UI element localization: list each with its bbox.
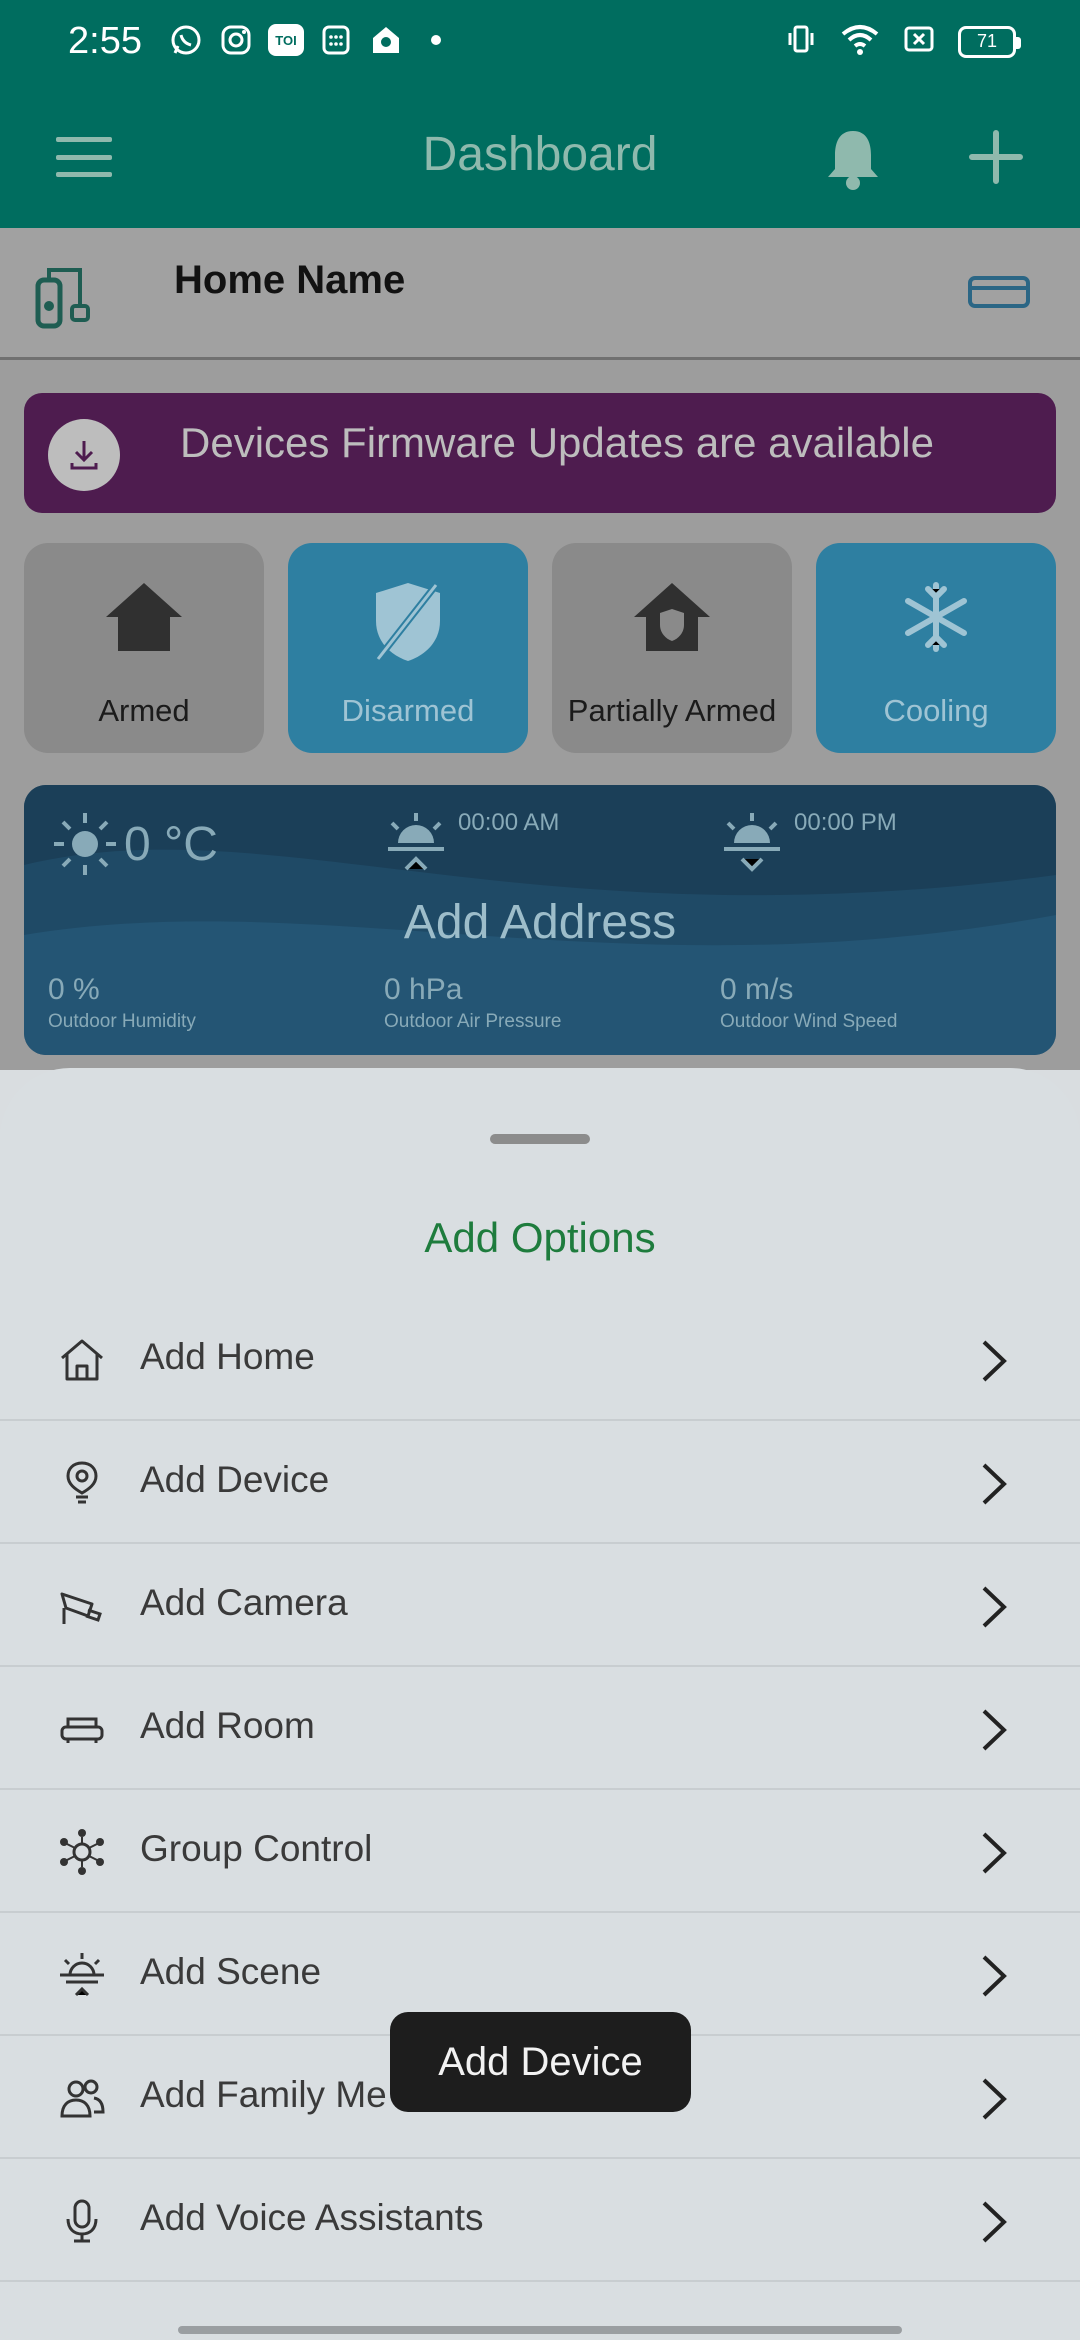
options-list: Add Home Add Device Add Camera Add Room … — [0, 1298, 1080, 2282]
dot-icon — [418, 22, 454, 58]
home-icon — [24, 579, 264, 655]
pressure-stat: 0 hPa Outdoor Air Pressure — [384, 973, 562, 1032]
mode-label: Cooling — [883, 693, 989, 728]
home-outline-icon — [61, 1339, 103, 1381]
page-title: Dashboard — [422, 128, 658, 181]
humidity-stat: 0 % Outdoor Humidity — [48, 973, 196, 1032]
home-name: Home Name — [174, 258, 406, 302]
option-label: Add Device — [140, 1459, 330, 1500]
mode-label: Partially Armed — [567, 693, 777, 728]
microphone-icon — [66, 2199, 98, 2243]
mode-partially-armed[interactable]: Partially Armed — [552, 543, 792, 753]
add-address-link[interactable]: Add Address — [24, 895, 1056, 950]
shield-off-icon — [288, 579, 528, 665]
sunrise: 00:00 AM — [384, 809, 559, 875]
chevron-right-icon — [982, 2201, 1007, 2243]
status-bar: 2:55 TOI 71 — [0, 0, 1080, 85]
chevron-right-icon — [982, 1340, 1007, 1382]
dashboard-content: Home Name Devices Firmware Updates are a… — [0, 228, 1080, 1070]
sheet-drag-handle[interactable] — [490, 1134, 590, 1144]
option-label: Add Voice Assistants — [140, 2197, 484, 2238]
snowflake-icon — [816, 579, 1056, 655]
security-modes: Armed Disarmed Partially Armed Cooling — [24, 543, 1056, 753]
notification-icons: TOI — [168, 22, 454, 58]
whatsapp-icon — [168, 22, 204, 58]
instagram-icon — [218, 22, 254, 58]
mode-label: Disarmed — [341, 693, 475, 728]
mode-disarmed[interactable]: Disarmed — [288, 543, 528, 753]
app-bar: Dashboard — [0, 85, 1080, 228]
download-icon — [48, 419, 120, 491]
option-label: Add Camera — [140, 1582, 348, 1623]
switch-home-icon[interactable] — [966, 272, 1032, 312]
option-group-control[interactable]: Group Control — [0, 1790, 1080, 1913]
mode-cooling[interactable]: Cooling — [816, 543, 1056, 753]
home-shield-icon — [552, 579, 792, 655]
add-options-sheet: Add Options Add Home Add Device Add Came… — [0, 1068, 1080, 2340]
option-add-room[interactable]: Add Room — [0, 1667, 1080, 1790]
add-icon[interactable] — [968, 129, 1024, 185]
vibrate-icon — [784, 22, 818, 61]
home-device-icon — [30, 262, 100, 334]
temperature: 0 °C — [52, 811, 218, 877]
firmware-update-text: Devices Firmware Updates are available — [180, 419, 934, 466]
chevron-right-icon — [982, 1586, 1007, 1628]
wifi-icon — [840, 22, 880, 61]
chevron-right-icon — [982, 1832, 1007, 1874]
system-icons: 71 — [784, 22, 1021, 61]
network-icon — [60, 1829, 104, 1875]
wind-stat: 0 m/s Outdoor Wind Speed — [720, 973, 898, 1032]
chevron-right-icon — [982, 1709, 1007, 1751]
option-label: Group Control — [140, 1828, 373, 1869]
calculator-icon — [318, 22, 354, 58]
home-selector[interactable]: Home Name — [0, 228, 1080, 360]
bell-icon[interactable] — [822, 125, 884, 191]
battery-icon: 71 — [958, 25, 1021, 58]
toast-message: Add Device — [390, 2012, 691, 2112]
option-label: Add Room — [140, 1705, 315, 1746]
weather-card[interactable]: 0 °C 00:00 AM 00:00 PM Add Address 0 % O… — [24, 785, 1056, 1055]
sofa-icon — [60, 1717, 104, 1743]
option-add-voice-assistants[interactable]: Add Voice Assistants — [0, 2159, 1080, 2282]
sunrise-icon — [388, 813, 444, 871]
people-icon — [60, 2079, 105, 2118]
sunrise-icon — [60, 1953, 104, 1997]
status-time: 2:55 — [68, 20, 142, 62]
mode-label: Armed — [98, 693, 190, 728]
chevron-right-icon — [982, 2078, 1007, 2120]
option-label: Add Scene — [140, 1951, 322, 1992]
camera-cctv-icon — [60, 1592, 102, 1624]
firmware-update-banner[interactable]: Devices Firmware Updates are available — [24, 393, 1056, 513]
home-app-icon — [368, 22, 404, 58]
mode-armed[interactable]: Armed — [24, 543, 264, 753]
sun-icon — [54, 813, 116, 875]
sheet-title: Add Options — [424, 1214, 656, 1261]
toi-icon: TOI — [268, 22, 304, 58]
option-label: Add Family Me — [140, 2074, 387, 2115]
option-add-home[interactable]: Add Home — [0, 1298, 1080, 1421]
option-add-device[interactable]: Add Device — [0, 1421, 1080, 1544]
sunset: 00:00 PM — [720, 809, 897, 875]
gesture-nav-bar[interactable] — [178, 2326, 902, 2334]
option-add-camera[interactable]: Add Camera — [0, 1544, 1080, 1667]
chevron-right-icon — [982, 1463, 1007, 1505]
sunset-icon — [724, 813, 780, 872]
device-pin-icon — [66, 1461, 98, 1504]
no-sim-icon — [902, 22, 936, 61]
option-label: Add Home — [140, 1336, 315, 1377]
chevron-right-icon — [982, 1955, 1007, 1997]
